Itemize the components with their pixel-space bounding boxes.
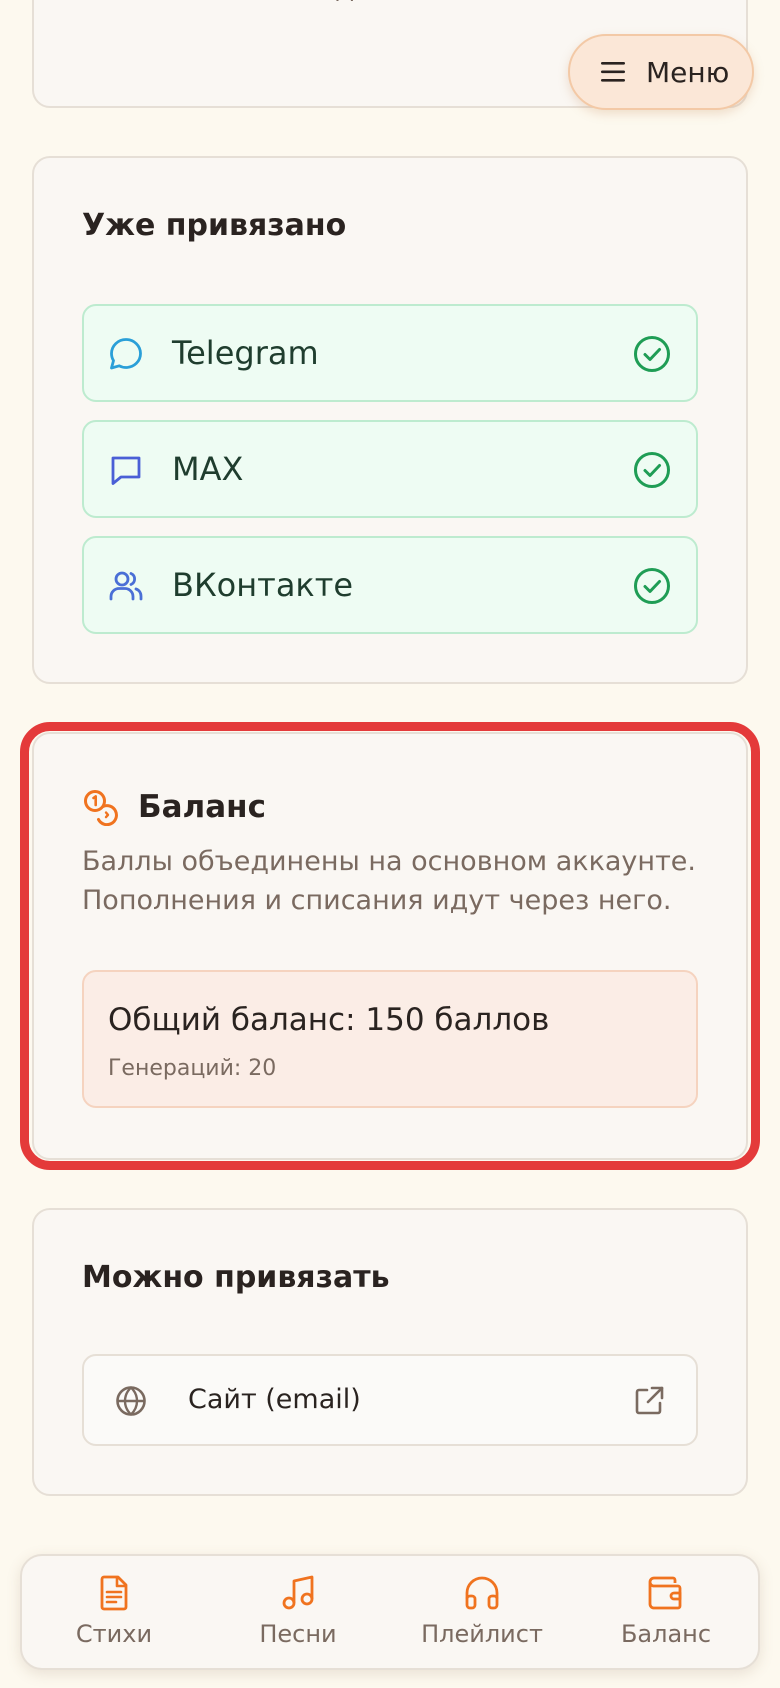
linked-item-label: Telegram xyxy=(172,334,319,372)
menu-button[interactable]: Меню xyxy=(568,34,754,110)
document-icon xyxy=(100,1575,128,1611)
linked-item-max[interactable]: MAX xyxy=(82,420,698,518)
linked-item-label: ВКонтакте xyxy=(172,566,354,604)
can-link-card: Можно привязать Сайт (email) xyxy=(32,1208,748,1496)
users-icon xyxy=(109,571,143,601)
check-circle-icon xyxy=(634,568,670,604)
can-link-title: Можно привязать xyxy=(82,1260,390,1295)
linked-accounts-card: Уже привязано Telegram MAX ВКонтакте xyxy=(32,156,748,684)
can-link-item-label: Сайт (email) xyxy=(188,1384,361,1415)
highlight-outline xyxy=(20,722,760,1170)
nav-item-balance[interactable]: Баланс xyxy=(574,1556,758,1668)
bottom-navigation: Стихи Песни Плейлист Баланс xyxy=(20,1554,760,1670)
linked-item-vkontakte[interactable]: ВКонтакте xyxy=(82,536,698,634)
nav-item-songs[interactable]: Песни xyxy=(206,1556,390,1668)
menu-label: Меню xyxy=(646,55,730,89)
default-balance-description: канале отдельно. xyxy=(188,0,450,12)
check-circle-icon xyxy=(634,452,670,488)
message-square-icon xyxy=(111,456,141,485)
nav-label: Плейлист xyxy=(421,1620,543,1648)
globe-icon xyxy=(116,1386,146,1416)
external-link-icon xyxy=(635,1386,664,1415)
linked-item-telegram[interactable]: Telegram xyxy=(82,304,698,402)
nav-label: Баланс xyxy=(620,1620,712,1648)
headphones-icon xyxy=(465,1576,499,1610)
chat-bubble-icon xyxy=(110,338,142,370)
nav-label: Песни xyxy=(259,1620,337,1648)
hamburger-icon xyxy=(601,62,625,82)
link-site-email-button[interactable]: Сайт (email) xyxy=(82,1354,698,1446)
music-note-icon xyxy=(282,1575,314,1610)
nav-item-playlist[interactable]: Плейлист xyxy=(390,1556,574,1668)
check-circle-icon xyxy=(634,336,670,372)
linked-title: Уже привязано xyxy=(82,208,347,243)
wallet-icon xyxy=(648,1576,682,1610)
linked-item-label: MAX xyxy=(172,450,244,488)
nav-item-poems[interactable]: Стихи xyxy=(22,1556,206,1668)
nav-label: Стихи xyxy=(75,1620,153,1648)
